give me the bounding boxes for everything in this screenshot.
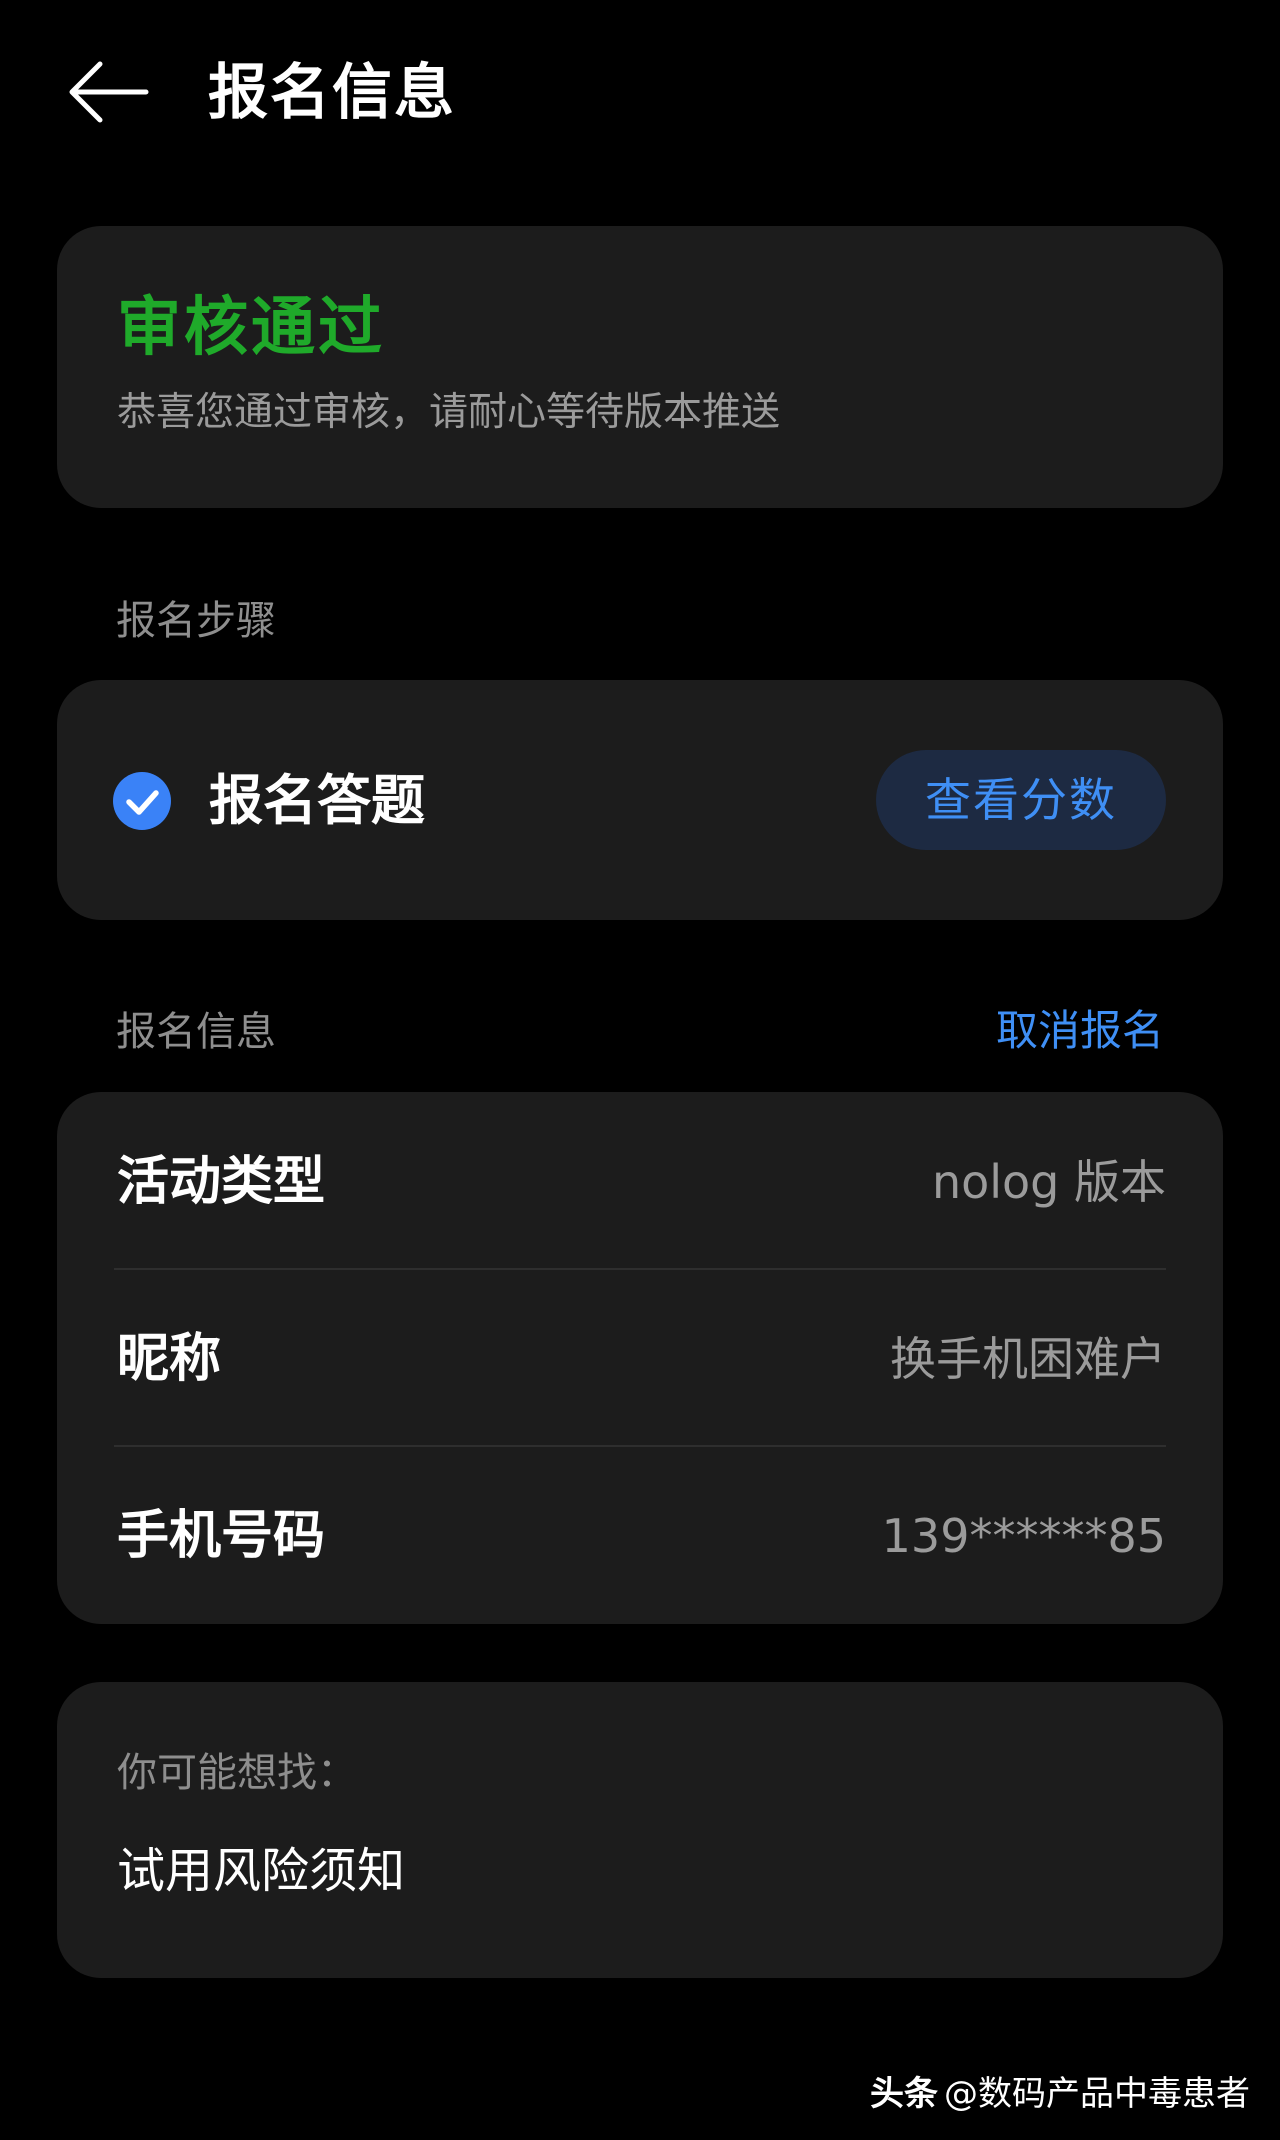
info-section-label: 报名信息 xyxy=(116,1009,276,1055)
watermark-brand: 头条 xyxy=(870,2074,938,2114)
watermark-text: @数码产品中毒患者 xyxy=(944,2074,1250,2114)
arrow-left-icon xyxy=(64,52,154,132)
page-title: 报名信息 xyxy=(208,58,456,128)
info-row-nickname: 昵称 换手机困难户 xyxy=(57,1269,1223,1447)
back-button[interactable] xyxy=(64,52,154,132)
info-row-activity-type: 活动类型 nolog 版本 xyxy=(57,1092,1223,1270)
view-score-button[interactable]: 查看分数 xyxy=(876,750,1166,850)
review-status-card: 审核通过 恭喜您通过审核，请耐心等待版本推送 xyxy=(57,226,1223,508)
info-row-value: 换手机困难户 xyxy=(890,1332,1166,1386)
cancel-registration-link[interactable]: 取消报名 xyxy=(996,1005,1164,1057)
info-row-value: nolog 版本 xyxy=(931,1155,1166,1209)
info-row-phone: 手机号码 139******85 xyxy=(57,1446,1223,1624)
status-title: 审核通过 xyxy=(117,291,385,365)
info-row-key: 昵称 xyxy=(117,1329,222,1389)
info-row-key: 手机号码 xyxy=(117,1506,326,1566)
step-label: 报名答题 xyxy=(209,769,425,832)
info-row-value: 139******85 xyxy=(881,1509,1166,1563)
check-circle-icon xyxy=(113,772,171,830)
suggestions-label: 你可能想找： xyxy=(117,1750,357,1796)
steps-card: 报名答题 查看分数 xyxy=(57,680,1223,920)
steps-section-label: 报名步骤 xyxy=(116,598,276,644)
watermark: 头条 @数码产品中毒患者 xyxy=(870,2072,1250,2116)
suggestions-card: 你可能想找： 试用风险须知 xyxy=(57,1682,1223,1978)
info-row-key: 活动类型 xyxy=(117,1152,326,1212)
registration-info-card: 活动类型 nolog 版本 昵称 换手机困难户 手机号码 139******85 xyxy=(57,1092,1223,1624)
suggestion-trial-risk-notice[interactable]: 试用风险须知 xyxy=(117,1840,405,1902)
app-header: 报名信息 xyxy=(0,0,1280,190)
status-description: 恭喜您通过审核，请耐心等待版本推送 xyxy=(117,390,781,435)
